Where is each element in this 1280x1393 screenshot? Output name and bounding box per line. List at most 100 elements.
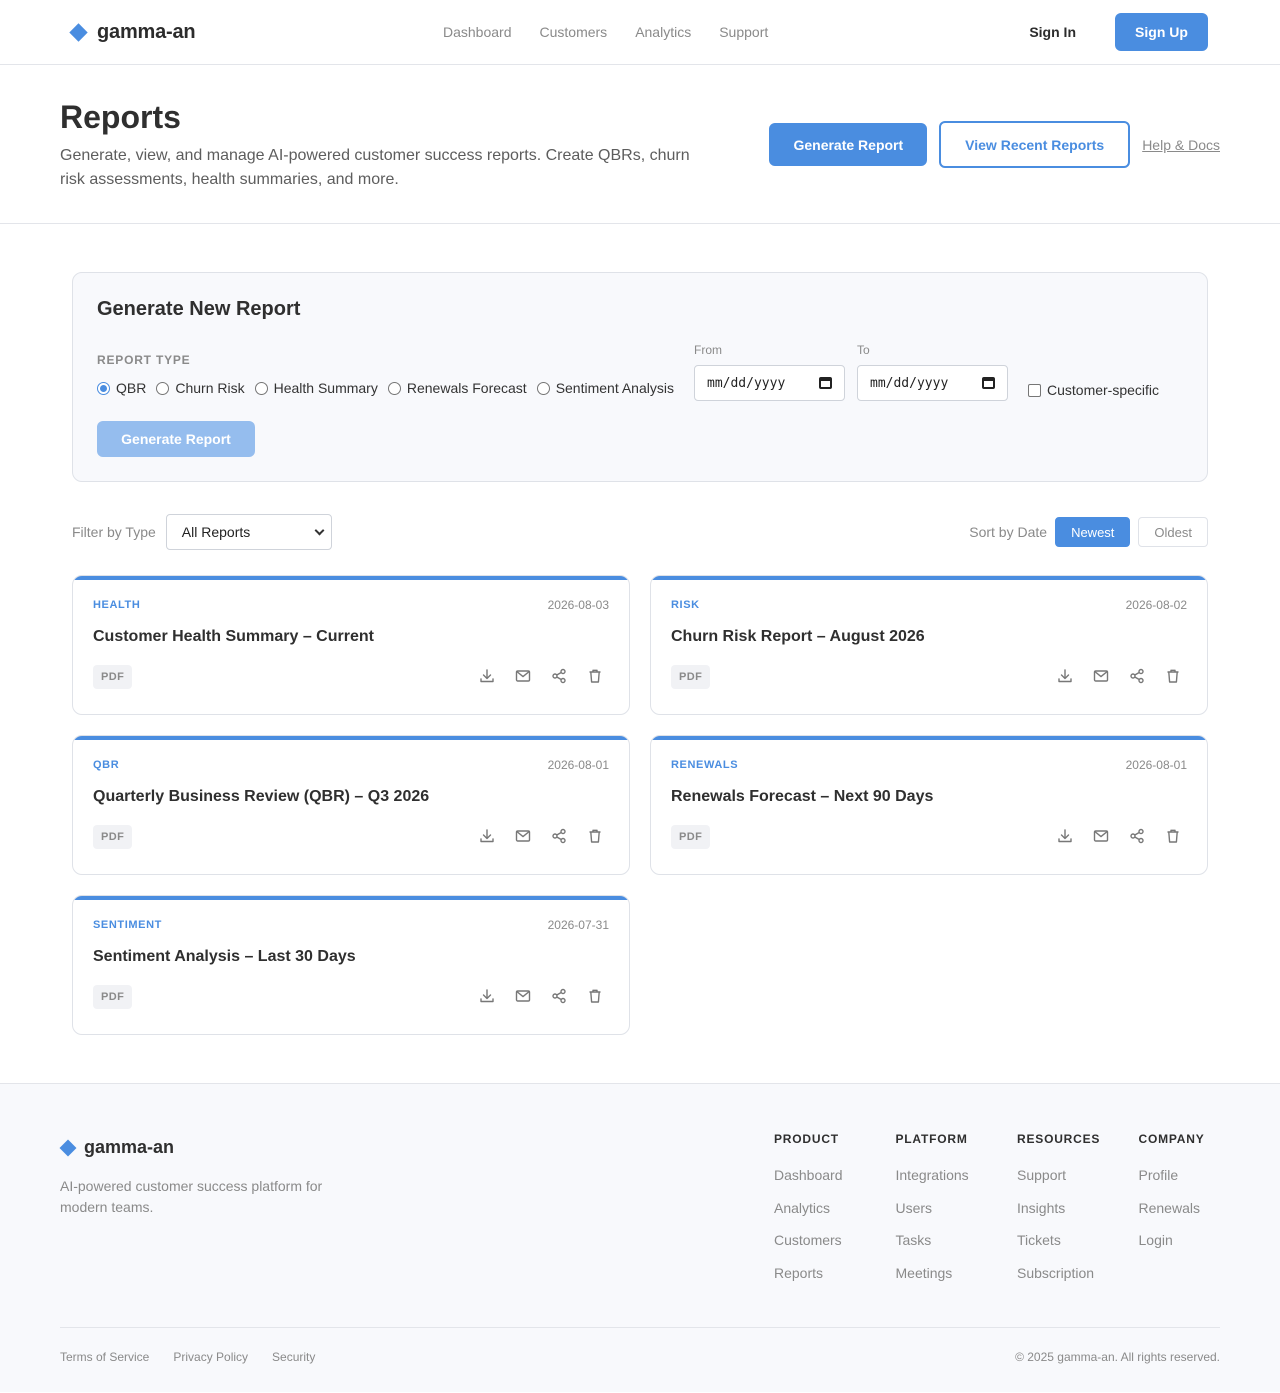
to-date-group: To mm/dd/yyyy xyxy=(857,343,1008,401)
radio-unchecked-icon[interactable] xyxy=(254,381,268,395)
to-date-input[interactable]: mm/dd/yyyy xyxy=(857,365,1008,401)
footer-column: PRODUCT Dashboard Analytics Customers Report… xyxy=(774,1132,896,1295)
radio-unchecked-icon[interactable] xyxy=(536,381,550,395)
nav-link-support[interactable]: Support xyxy=(719,24,768,40)
footer-link[interactable]: Meetings xyxy=(896,1263,1018,1283)
date-placeholder: mm/dd/yyyy xyxy=(707,375,786,391)
to-label: To xyxy=(857,343,870,357)
customer-specific-checkbox[interactable]: Customer-specific xyxy=(1028,382,1159,398)
help-docs-link[interactable]: Help & Docs xyxy=(1142,137,1220,153)
privacy-link[interactable]: Privacy Policy xyxy=(173,1350,248,1364)
footer-column-heading: PLATFORM xyxy=(895,1132,968,1146)
footer-link[interactable]: Reports xyxy=(774,1263,896,1283)
footer-link[interactable]: Insights xyxy=(1017,1198,1139,1218)
footer-column: RESOURCES Support Insights Tickets Subscript… xyxy=(1017,1132,1139,1295)
report-date: 2026-07-31 xyxy=(547,918,609,932)
security-link[interactable]: Security xyxy=(272,1350,315,1364)
calendar-icon[interactable] xyxy=(982,377,995,389)
footer-link[interactable]: Customers xyxy=(774,1230,896,1250)
radio-label: Health Summary xyxy=(273,380,378,396)
share-icon[interactable] xyxy=(551,988,567,1004)
trash-icon[interactable] xyxy=(587,828,603,844)
footer-link-columns: PRODUCT Dashboard Analytics Customers Report… xyxy=(774,1132,1260,1295)
radio-unchecked-icon[interactable] xyxy=(156,381,170,395)
share-icon[interactable] xyxy=(1129,828,1145,844)
report-title[interactable]: Quarterly Business Review (QBR) – Q3 202… xyxy=(93,788,429,806)
footer-link[interactable]: Login xyxy=(1139,1230,1261,1250)
download-icon[interactable] xyxy=(1057,668,1073,684)
download-icon[interactable] xyxy=(479,668,495,684)
sign-in-button[interactable]: Sign In xyxy=(1006,14,1099,50)
calendar-icon[interactable] xyxy=(819,377,832,389)
report-card[interactable]: HEALTH 2026-08-03 Customer Health Summary … xyxy=(72,575,630,715)
footer-link[interactable]: Integrations xyxy=(896,1165,1018,1185)
brand-logo[interactable]: gamma-an xyxy=(69,21,196,44)
view-recent-reports-button[interactable]: View Recent Reports xyxy=(939,121,1131,168)
filter-group: Filter by Type All Reports xyxy=(72,514,332,550)
footer-column-heading: PRODUCT xyxy=(774,1132,839,1146)
card-actions xyxy=(1057,668,1181,684)
footer-link[interactable]: Tickets xyxy=(1017,1230,1139,1250)
sort-oldest-button[interactable]: Oldest xyxy=(1138,517,1208,547)
footer-link[interactable]: Users xyxy=(896,1198,1018,1218)
report-title[interactable]: Renewals Forecast – Next 90 Days xyxy=(671,788,933,806)
radio-qbr[interactable]: QBR xyxy=(97,380,146,396)
report-card[interactable]: RISK 2026-08-02 Churn Risk Report – August… xyxy=(650,575,1208,715)
sort-label: Sort by Date xyxy=(969,524,1048,540)
footer-link[interactable]: Renewals xyxy=(1139,1198,1261,1218)
report-title[interactable]: Churn Risk Report – August 2026 xyxy=(671,628,925,646)
download-icon[interactable] xyxy=(479,988,495,1004)
footer-link[interactable]: Support xyxy=(1017,1165,1139,1185)
nav-link-analytics[interactable]: Analytics xyxy=(635,24,691,40)
footer-column: PLATFORM Integrations Users Tasks Meetings xyxy=(896,1132,1018,1295)
sort-newest-button[interactable]: Newest xyxy=(1055,517,1131,547)
generate-report-submit-button[interactable]: Generate Report xyxy=(97,421,255,457)
sign-up-button[interactable]: Sign Up xyxy=(1115,13,1208,51)
share-icon[interactable] xyxy=(1129,668,1145,684)
radio-label: Sentiment Analysis xyxy=(555,380,674,396)
radio-churn-risk[interactable]: Churn Risk xyxy=(156,380,245,396)
trash-icon[interactable] xyxy=(587,988,603,1004)
diamond-logo-icon xyxy=(59,1139,77,1156)
report-type-filter-select[interactable]: All Reports xyxy=(165,514,332,550)
report-title[interactable]: Customer Health Summary – Current xyxy=(93,628,374,646)
share-icon[interactable] xyxy=(551,828,567,844)
trash-icon[interactable] xyxy=(587,668,603,684)
mail-icon[interactable] xyxy=(515,828,531,844)
footer-link[interactable]: Dashboard xyxy=(774,1165,896,1185)
radio-renewals-forecast[interactable]: Renewals Forecast xyxy=(387,380,527,396)
nav-link-customers[interactable]: Customers xyxy=(540,24,608,40)
footer-link[interactable]: Tasks xyxy=(896,1230,1018,1250)
mail-icon[interactable] xyxy=(515,668,531,684)
trash-icon[interactable] xyxy=(1165,668,1181,684)
report-card[interactable]: RENEWALS 2026-08-01 Renewals Forecast – Ne… xyxy=(650,735,1208,875)
report-date: 2026-08-02 xyxy=(1125,598,1187,612)
trash-icon[interactable] xyxy=(1165,828,1181,844)
report-card[interactable]: QBR 2026-08-01 Quarterly Business Review (… xyxy=(72,735,630,875)
radio-checked-icon[interactable] xyxy=(97,381,110,395)
report-title[interactable]: Sentiment Analysis – Last 30 Days xyxy=(93,948,356,966)
terms-link[interactable]: Terms of Service xyxy=(60,1350,149,1364)
report-card[interactable]: SENTIMENT 2026-07-31 Sentiment Analysis – … xyxy=(72,895,630,1035)
footer-link[interactable]: Analytics xyxy=(774,1198,896,1218)
card-actions xyxy=(479,828,603,844)
download-icon[interactable] xyxy=(1057,828,1073,844)
card-actions xyxy=(479,668,603,684)
site-footer: gamma-an AI-powered customer success pla… xyxy=(0,1083,1280,1392)
footer-link[interactable]: Profile xyxy=(1139,1165,1261,1185)
checkbox-icon[interactable] xyxy=(1028,383,1041,397)
footer-link[interactable]: Subscription xyxy=(1017,1263,1139,1283)
radio-health-summary[interactable]: Health Summary xyxy=(254,380,378,396)
download-icon[interactable] xyxy=(479,828,495,844)
mail-icon[interactable] xyxy=(515,988,531,1004)
footer-brand[interactable]: gamma-an xyxy=(59,1137,174,1158)
generate-report-button[interactable]: Generate Report xyxy=(769,123,928,166)
report-type-tag: QBR xyxy=(93,759,120,771)
radio-sentiment-analysis[interactable]: Sentiment Analysis xyxy=(536,380,674,396)
share-icon[interactable] xyxy=(551,668,567,684)
from-date-input[interactable]: mm/dd/yyyy xyxy=(694,365,845,401)
nav-link-dashboard[interactable]: Dashboard xyxy=(443,24,512,40)
mail-icon[interactable] xyxy=(1093,668,1109,684)
radio-unchecked-icon[interactable] xyxy=(387,381,401,395)
mail-icon[interactable] xyxy=(1093,828,1109,844)
